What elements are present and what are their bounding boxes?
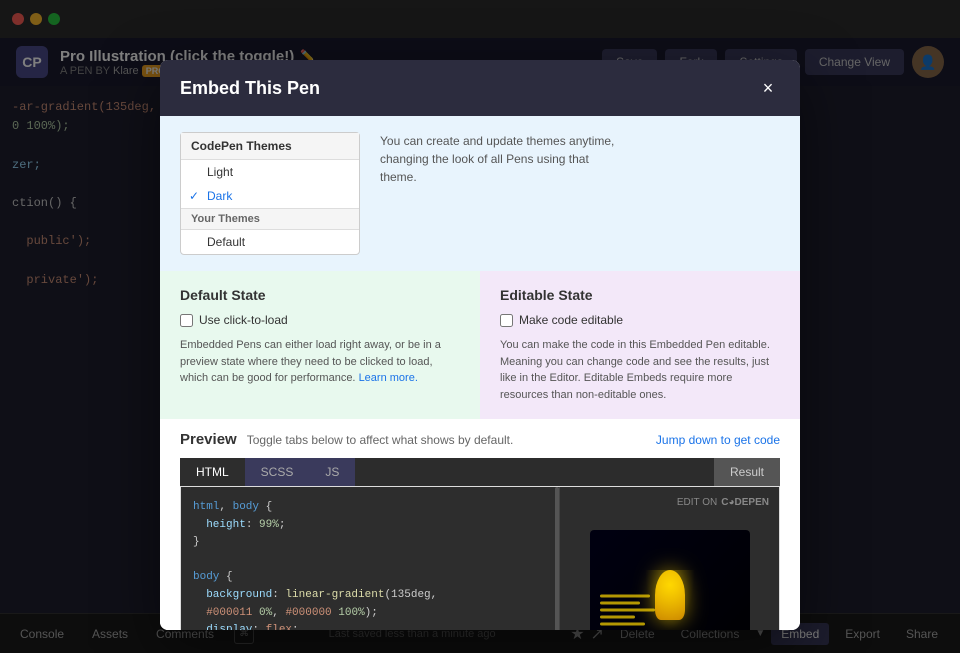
- states-section: Default State Use click-to-load Embedded…: [160, 271, 800, 419]
- editable-state-description: You can make the code in this Embedded P…: [500, 337, 780, 403]
- preview-subtitle: Toggle tabs below to affect what shows b…: [247, 433, 514, 447]
- default-state-panel: Default State Use click-to-load Embedded…: [160, 271, 480, 419]
- preview-section: Preview Toggle tabs below to affect what…: [160, 419, 800, 630]
- lamp-illustration: [640, 570, 700, 631]
- learn-more-link[interactable]: Learn more.: [359, 372, 418, 384]
- your-themes-header: Your Themes: [181, 208, 359, 230]
- tab-scss[interactable]: SCSS: [245, 458, 310, 486]
- modal-header: Embed This Pen ×: [160, 60, 800, 116]
- illustration-preview: [590, 530, 750, 631]
- preview-header: Preview Toggle tabs below to affect what…: [180, 431, 780, 448]
- theme-dropdown[interactable]: CodePen Themes Light Dark Your Themes De…: [180, 132, 360, 255]
- scroll-thumb: [555, 487, 559, 630]
- theme-dropdown-area: CodePen Themes Light Dark Your Themes De…: [180, 132, 360, 255]
- click-to-load-label[interactable]: Use click-to-load: [180, 313, 460, 327]
- theme-description: You can create and update themes anytime…: [380, 132, 780, 255]
- preview-content: html, body { height: 99%; } body { backg…: [180, 486, 780, 630]
- tab-html[interactable]: HTML: [180, 458, 245, 486]
- illus-line-5: [600, 622, 645, 625]
- modal-title: Embed This Pen: [180, 78, 320, 99]
- default-state-description: Embedded Pens can either load right away…: [180, 337, 460, 387]
- illus-line-4: [600, 615, 635, 618]
- preview-title: Preview: [180, 431, 237, 448]
- modal-close-button[interactable]: ×: [756, 76, 780, 100]
- codepen-themes-header: CodePen Themes: [181, 133, 359, 160]
- embed-modal: Embed This Pen × CodePen Themes Light Da…: [160, 60, 800, 630]
- lamp-glow: [645, 570, 695, 630]
- preview-result-area: EDIT ONC◕DEPEN: [559, 487, 779, 630]
- preview-title-area: Preview Toggle tabs below to affect what…: [180, 431, 513, 448]
- theme-default-option[interactable]: Default: [181, 230, 359, 254]
- theme-dark-option[interactable]: Dark: [181, 184, 359, 208]
- preview-code-area: html, body { height: 99%; } body { backg…: [181, 487, 559, 630]
- tab-js[interactable]: JS: [309, 458, 355, 486]
- modal-body: CodePen Themes Light Dark Your Themes De…: [160, 116, 800, 630]
- illus-line-2: [600, 601, 640, 604]
- make-editable-checkbox[interactable]: [500, 314, 513, 327]
- tab-result[interactable]: Result: [714, 458, 780, 486]
- make-editable-label[interactable]: Make code editable: [500, 313, 780, 327]
- default-state-title: Default State: [180, 287, 460, 303]
- codepen-logo: EDIT ONC◕DEPEN: [677, 497, 769, 508]
- editable-state-title: Editable State: [500, 287, 780, 303]
- preview-tab-row: HTML SCSS JS Result: [180, 458, 780, 486]
- theme-light-option[interactable]: Light: [181, 160, 359, 184]
- click-to-load-checkbox[interactable]: [180, 314, 193, 327]
- jump-to-code-link[interactable]: Jump down to get code: [656, 433, 780, 447]
- editable-state-panel: Editable State Make code editable You ca…: [480, 271, 800, 419]
- theme-section: CodePen Themes Light Dark Your Themes De…: [160, 116, 800, 271]
- modal-overlay: Embed This Pen × CodePen Themes Light Da…: [0, 0, 960, 653]
